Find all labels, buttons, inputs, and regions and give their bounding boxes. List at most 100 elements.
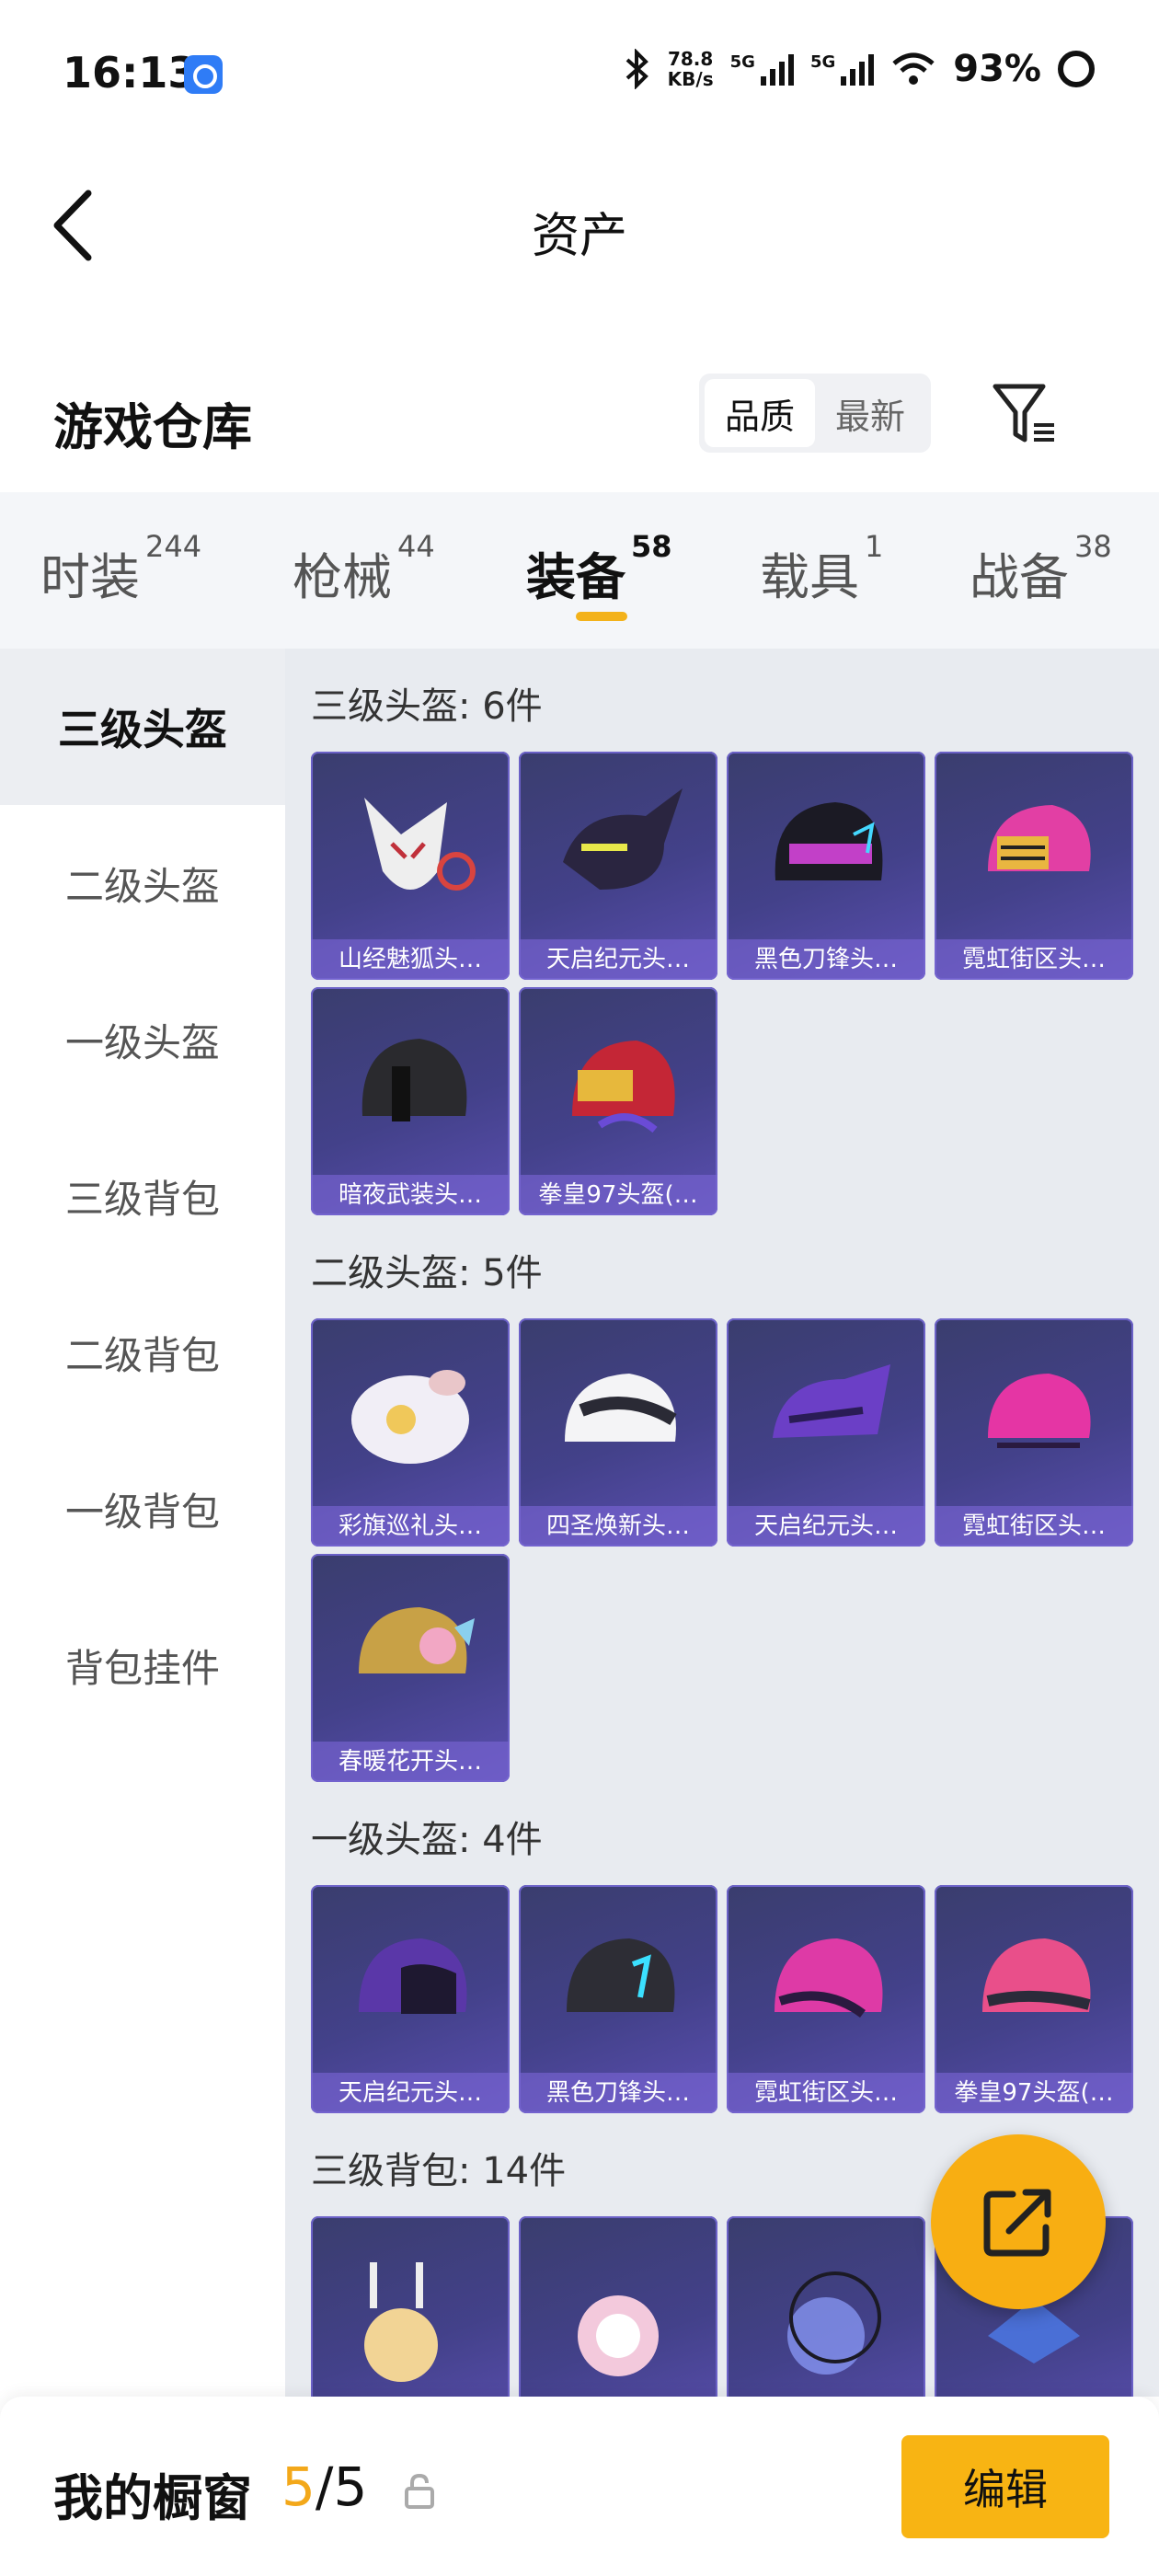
helmet-icon <box>361 1039 467 1121</box>
item-card[interactable]: 拳皇97头盔(… <box>519 987 717 1215</box>
sidebar-item-backpack-charm[interactable]: 背包挂件 <box>0 1587 285 1743</box>
group-title: 二级头盔: 5件 <box>311 1252 543 1294</box>
tab-vehicles[interactable]: 载具1 <box>760 529 883 609</box>
item-card[interactable]: 天启纪元头… <box>311 1885 510 2113</box>
battery-icon <box>1058 51 1095 87</box>
item-card[interactable]: 拳皇97头盔(… <box>935 1885 1133 2113</box>
sidebar-item-level2-backpack[interactable]: 二级背包 <box>0 1274 285 1431</box>
category-tabs: 时装244 枪械44 装备58 载具1 战备38 <box>0 492 1159 649</box>
tab-label: 装备 <box>526 548 625 606</box>
bottom-bar: 我的橱窗 5/5 编辑 <box>0 2397 1159 2576</box>
backpack-icon <box>578 2295 659 2376</box>
sidebar-blank <box>0 1743 285 2397</box>
showcase-label: 我的橱窗 <box>53 2469 252 2527</box>
lock-icon <box>405 2473 434 2509</box>
item-name: 彩旗巡礼头… <box>311 1506 510 1547</box>
helmet-icon <box>359 1938 467 2014</box>
tab-guns[interactable]: 枪械44 <box>293 529 435 609</box>
showcase-count: 5/5 <box>281 2455 367 2518</box>
item-name: 黑色刀锋头… <box>519 2073 717 2113</box>
helmet-icon <box>351 1370 469 1464</box>
item-card[interactable]: 霓虹街区头… <box>935 752 1133 980</box>
signal-label-2: 5G <box>809 52 836 72</box>
item-card[interactable]: 天启纪元头… <box>519 752 717 980</box>
item-name: 山经魅狐头… <box>311 939 510 980</box>
app-notification-icon <box>184 55 223 94</box>
showcase-separator: / <box>315 2455 334 2518</box>
item-name: 天启纪元头… <box>311 2073 510 2113</box>
item-card[interactable]: 霓虹街区头… <box>727 1885 925 2113</box>
share-button[interactable] <box>931 2134 1106 2309</box>
item-card[interactable] <box>311 2216 510 2397</box>
item-name: 霓虹街区头… <box>727 2073 925 2113</box>
item-card[interactable] <box>519 2216 717 2397</box>
helmet-icon <box>988 1374 1091 1448</box>
status-bar: 16:13 78.8 KB/s 5G 5G 93% <box>0 0 1159 147</box>
helmet-icon <box>988 805 1091 871</box>
net-speed-value: 78.8 <box>667 48 714 70</box>
sidebar-item-level1-helmet[interactable]: 一级头盔 <box>0 961 285 1118</box>
item-card[interactable]: 暗夜武装头… <box>311 987 510 1215</box>
helmet-icon <box>773 1364 890 1438</box>
tab-supplies[interactable]: 战备38 <box>970 529 1112 609</box>
group-title: 三级背包: 14件 <box>311 2150 567 2192</box>
item-card[interactable]: 黑色刀锋头… <box>727 752 925 980</box>
helmet-icon <box>567 1938 675 2012</box>
wifi-icon <box>892 52 935 85</box>
tab-count: 244 <box>145 529 202 564</box>
item-name: 四圣焕新头… <box>519 1506 717 1547</box>
item-card[interactable]: 天启纪元头… <box>727 1318 925 1547</box>
item-name: 拳皇97头盔(… <box>935 2073 1133 2113</box>
bluetooth-icon <box>625 49 648 89</box>
backpack-icon <box>787 2271 881 2375</box>
net-speed: 78.8 KB/s <box>668 49 714 89</box>
tab-label: 战备 <box>970 548 1069 606</box>
helmet-icon <box>364 798 476 891</box>
item-card[interactable]: 霓虹街区头… <box>935 1318 1133 1547</box>
section-header: 游戏仓库 品质 最新 <box>0 368 1159 469</box>
sidebar-item-level3-helmet[interactable]: 三级头盔 <box>0 649 285 805</box>
filter-icon[interactable] <box>992 381 1058 447</box>
item-card[interactable]: 彩旗巡礼头… <box>311 1318 510 1547</box>
active-tab-indicator <box>576 612 627 621</box>
tab-count: 58 <box>631 529 672 564</box>
item-name: 天启纪元头… <box>727 1506 925 1547</box>
sort-toggle: 品质 最新 <box>699 374 931 453</box>
helmet-icon <box>982 1938 1091 2012</box>
header: 资产 <box>0 166 1159 285</box>
sort-quality-button[interactable]: 品质 <box>705 379 815 447</box>
helmet-icon <box>565 1374 677 1442</box>
item-name: 霓虹街区头… <box>935 1506 1133 1547</box>
item-card[interactable] <box>727 2216 925 2397</box>
group-title: 一级头盔: 4件 <box>311 1819 543 1861</box>
section-title: 游戏仓库 <box>53 398 252 456</box>
signal-icon: 5G <box>730 52 794 86</box>
status-time: 16:13 <box>63 48 198 98</box>
tab-label: 枪械 <box>293 548 392 606</box>
tab-fashion[interactable]: 时装244 <box>40 529 201 609</box>
item-name: 拳皇97头盔(… <box>519 1175 717 1215</box>
battery-percent: 93% <box>953 48 1041 90</box>
sidebar-item-level2-helmet[interactable]: 二级头盔 <box>0 805 285 961</box>
helmet-icon <box>775 1938 883 2018</box>
showcase-current: 5 <box>281 2455 316 2518</box>
helmet-icon <box>775 802 883 880</box>
item-card[interactable]: 黑色刀锋头… <box>519 1885 717 2113</box>
item-card[interactable]: 春暖花开头… <box>311 1554 510 1782</box>
showcase-total: 5 <box>333 2455 368 2518</box>
sort-latest-button[interactable]: 最新 <box>815 379 925 447</box>
tab-label: 时装 <box>40 548 140 606</box>
item-card[interactable]: 四圣焕新头… <box>519 1318 717 1547</box>
sidebar-item-level3-backpack[interactable]: 三级背包 <box>0 1118 285 1274</box>
sidebar-item-level1-backpack[interactable]: 一级背包 <box>0 1431 285 1587</box>
item-card[interactable]: 山经魅狐头… <box>311 752 510 980</box>
edit-button[interactable]: 编辑 <box>901 2435 1109 2538</box>
item-name: 春暖花开头… <box>311 1742 510 1782</box>
item-name: 霓虹街区头… <box>935 939 1133 980</box>
signal-icon-2: 5G <box>809 52 875 86</box>
item-name: 天启纪元头… <box>519 939 717 980</box>
item-name: 黑色刀锋头… <box>727 939 925 980</box>
tab-count: 38 <box>1074 529 1112 564</box>
tab-equipment[interactable]: 装备58 <box>526 529 672 609</box>
helmet-icon <box>359 1607 475 1673</box>
